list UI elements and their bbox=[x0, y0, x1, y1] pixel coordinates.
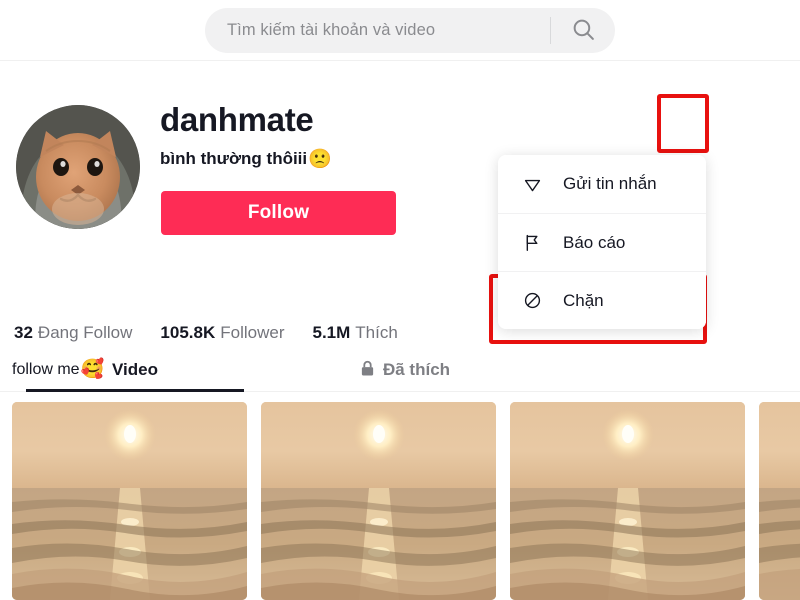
tab-liked[interactable]: Đã thích bbox=[270, 348, 540, 391]
sunset-ocean-image bbox=[510, 402, 745, 600]
search-icon bbox=[571, 17, 596, 45]
menu-item-block-label: Chặn bbox=[563, 290, 604, 310]
video-grid bbox=[12, 402, 800, 600]
page-header bbox=[0, 0, 800, 61]
more-options-menu: Gửi tin nhắn Báo cáo Chặn bbox=[498, 155, 706, 329]
search-input[interactable] bbox=[205, 21, 550, 40]
confused-face-icon: 🙁 bbox=[308, 148, 332, 170]
lock-icon bbox=[360, 360, 375, 380]
stat-likes-label: Thích bbox=[355, 323, 398, 342]
video-thumbnail[interactable] bbox=[759, 402, 800, 600]
follow-button[interactable]: Follow bbox=[161, 191, 396, 235]
sunset-ocean-image bbox=[759, 402, 800, 600]
stat-following-label: Đang Follow bbox=[37, 323, 133, 342]
tab-liked-label: Đã thích bbox=[382, 359, 451, 379]
profile-bio-text: bình thường thôiii bbox=[160, 149, 308, 168]
avatar-cat-hoodie-icon bbox=[16, 105, 140, 229]
page-title: danhmate bbox=[160, 101, 314, 138]
menu-item-report-label: Báo cáo bbox=[563, 232, 626, 252]
profile-bio: bình thường thôiii 🙁 bbox=[160, 149, 332, 169]
tab-videos[interactable]: Video bbox=[0, 348, 270, 392]
tiktok-profile-page: danhmate bình thường thôiii 🙁 Follow 32Đ… bbox=[0, 0, 800, 600]
search-button[interactable] bbox=[551, 8, 615, 53]
profile-stats: 32 Đang Follow 105.8K Follower 5.1M Thích bbox=[14, 323, 398, 343]
menu-item-block[interactable]: Chặn bbox=[498, 271, 706, 329]
video-thumbnail[interactable] bbox=[510, 402, 745, 600]
stat-followers-value: 105.8K bbox=[160, 323, 216, 342]
flag-report-icon bbox=[522, 233, 542, 252]
stat-followers: 105.8K Follower bbox=[160, 323, 284, 343]
sunset-ocean-image bbox=[261, 402, 496, 600]
block-icon bbox=[522, 291, 542, 310]
profile-tabs: Video Đã thích bbox=[0, 348, 800, 392]
menu-item-report[interactable]: Báo cáo bbox=[498, 213, 706, 271]
stat-likes-value: 5.1M bbox=[312, 323, 351, 342]
search-bar[interactable] bbox=[205, 8, 615, 53]
tab-videos-label: Video bbox=[112, 359, 158, 379]
avatar[interactable] bbox=[16, 105, 140, 229]
video-thumbnail[interactable] bbox=[12, 402, 247, 600]
stat-likes: 5.1M Thích bbox=[313, 323, 398, 343]
menu-item-send-message[interactable]: Gửi tin nhắn bbox=[498, 155, 706, 213]
annotation-box-more-options bbox=[657, 94, 709, 153]
send-message-icon bbox=[522, 175, 542, 194]
stat-followers-label: Follower bbox=[220, 323, 285, 342]
video-thumbnail[interactable] bbox=[261, 402, 496, 600]
menu-item-send-message-label: Gửi tin nhắn bbox=[563, 174, 657, 193]
stat-following-value: 32 bbox=[14, 323, 33, 342]
stat-following: 32 Đang Follow bbox=[14, 323, 132, 343]
sunset-ocean-image bbox=[12, 402, 247, 600]
